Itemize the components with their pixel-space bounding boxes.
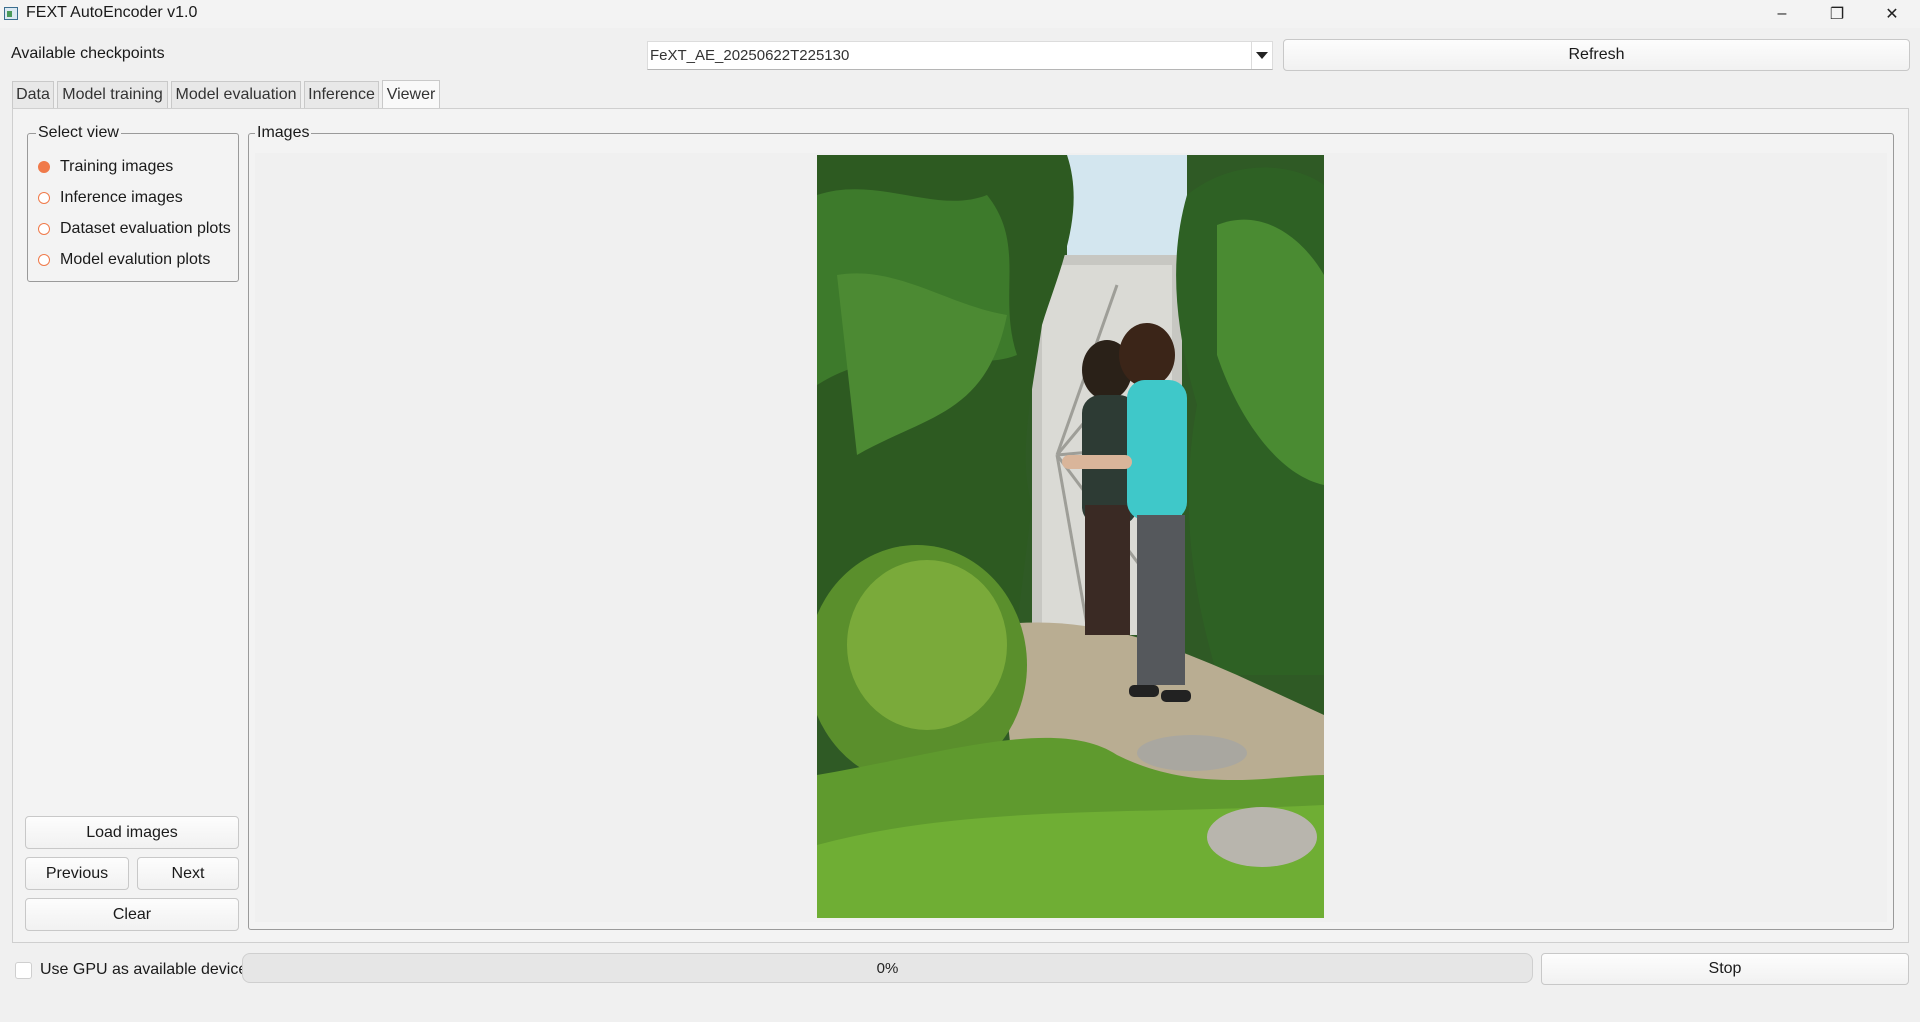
radio-inference-images[interactable]: Inference images [38,187,183,209]
select-view-group: Select view Training images Inference im… [27,124,239,282]
tab-viewer[interactable]: Viewer [382,80,440,109]
images-title: Images [255,124,312,142]
close-icon: ✕ [1885,6,1899,23]
stop-button[interactable]: Stop [1541,953,1909,985]
progress-bar: 0% [242,953,1533,983]
maximize-button[interactable]: ❐ [1810,0,1864,28]
radio-dataset-evaluation-plots[interactable]: Dataset evaluation plots [38,218,231,240]
clear-button[interactable]: Clear [25,898,239,931]
radio-label: Training images [60,158,174,175]
minimize-icon: – [1777,5,1787,22]
refresh-button[interactable]: Refresh [1283,39,1910,71]
radio-model-evalution-plots[interactable]: Model evalution plots [38,249,210,271]
window-title: FEXT AutoEncoder v1.0 [26,4,198,21]
app-icon [4,7,18,20]
radio-label: Inference images [60,189,183,206]
radio-checked-icon [38,161,50,173]
garden-photo [817,155,1324,918]
checkpoint-value: FeXT_AE_20250622T225130 [650,47,850,64]
close-button[interactable]: ✕ [1865,0,1919,28]
tab-model-training[interactable]: Model training [57,81,168,108]
gpu-checkbox[interactable] [15,962,32,979]
minimize-button[interactable]: – [1755,0,1809,28]
checkpoints-label: Available checkpoints [11,45,165,62]
next-button[interactable]: Next [137,857,239,890]
progress-text: 0% [876,959,899,977]
tab-inference[interactable]: Inference [304,81,379,108]
radio-unchecked-icon [38,192,50,204]
radio-label: Dataset evaluation plots [60,220,231,237]
radio-label: Model evalution plots [60,251,211,268]
title-bar: FEXT AutoEncoder v1.0 – ❐ ✕ [0,0,1920,28]
tab-model-evaluation[interactable]: Model evaluation [171,81,301,108]
dropdown-arrow-icon[interactable] [1251,42,1272,69]
restore-icon: ❐ [1829,6,1845,23]
select-view-title: Select view [36,124,121,142]
radio-training-images[interactable]: Training images [38,156,173,178]
previous-button[interactable]: Previous [25,857,129,890]
radio-unchecked-icon [38,254,50,266]
checkpoint-select[interactable]: FeXT_AE_20250622T225130 [647,41,1273,70]
load-images-button[interactable]: Load images [25,816,239,849]
tab-data[interactable]: Data [12,81,54,108]
radio-unchecked-icon [38,223,50,235]
gpu-label: Use GPU as available device [40,961,248,978]
